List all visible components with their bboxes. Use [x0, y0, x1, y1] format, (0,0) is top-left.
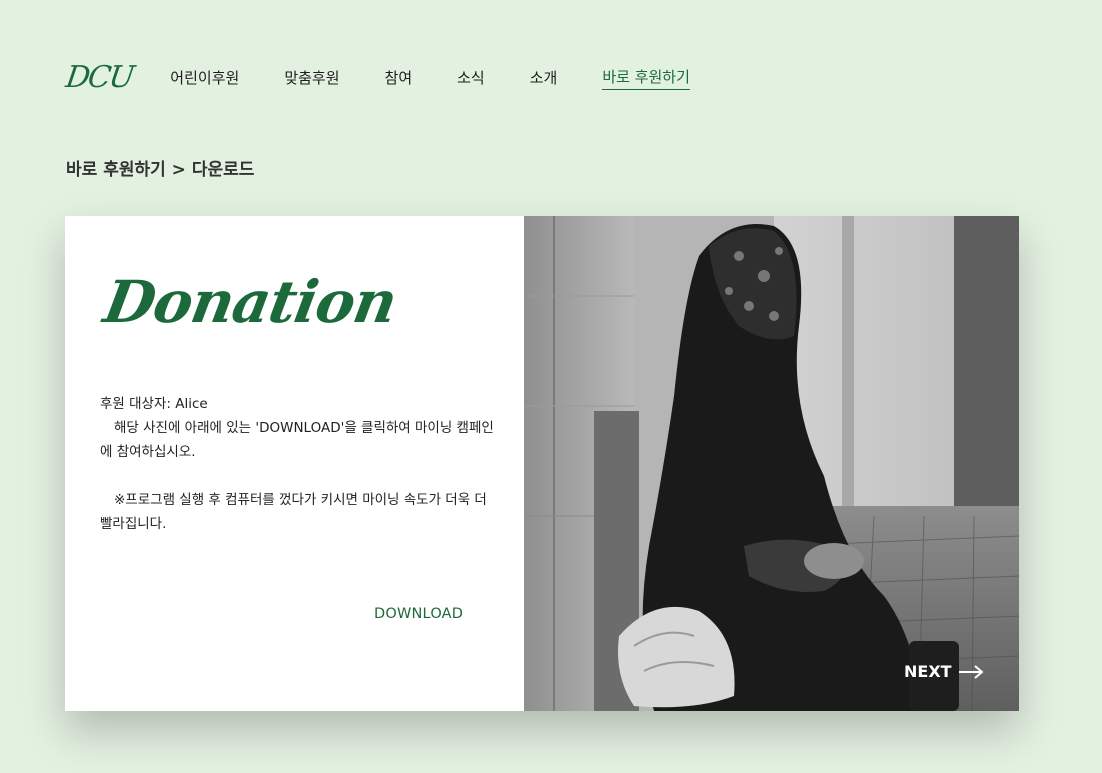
- instruction-line: 해당 사진에 아래에 있는 'DOWNLOAD'을 클릭하여 마이닝 캠페인에 …: [100, 420, 494, 460]
- nav-item-about[interactable]: 소개: [530, 67, 558, 90]
- nav-item-donate-now[interactable]: 바로 후원하기: [602, 66, 690, 90]
- breadcrumb: 바로 후원하기 > 다운로드: [66, 160, 255, 180]
- main-nav: 어린이후원 맞춤후원 참여 소식 소개 바로 후원하기: [170, 66, 735, 90]
- nav-item-children-sponsorship[interactable]: 어린이후원: [170, 67, 239, 90]
- logo[interactable]: DCU: [64, 60, 135, 95]
- nav-item-custom-sponsorship[interactable]: 맞춤후원: [284, 67, 339, 90]
- recipient-line: 후원 대상자: Alice: [100, 396, 208, 412]
- donation-title: Donation: [99, 268, 402, 336]
- nav-item-news[interactable]: 소식: [457, 67, 485, 90]
- next-button[interactable]: NEXT: [904, 662, 984, 681]
- card-text-panel: Donation 후원 대상자: Alice 해당 사진에 아래에 있는 'DO…: [65, 216, 524, 711]
- donation-description: 후원 대상자: Alice 해당 사진에 아래에 있는 'DOWNLOAD'을 …: [100, 392, 495, 536]
- nav-item-participate[interactable]: 참여: [385, 67, 413, 90]
- next-label: NEXT: [904, 662, 952, 681]
- download-link[interactable]: DOWNLOAD: [374, 606, 463, 622]
- arrow-right-icon: [958, 664, 984, 679]
- donation-card: Donation 후원 대상자: Alice 해당 사진에 아래에 있는 'DO…: [65, 216, 1019, 711]
- header: DCU 어린이후원 맞춤후원 참여 소식 소개 바로 후원하기: [64, 58, 735, 98]
- beggar-photo: [524, 216, 1019, 711]
- beggar-photo-panel: NEXT: [524, 216, 1019, 711]
- tip-line: ※프로그램 실행 후 컴퓨터를 껐다가 키시면 마이닝 속도가 더욱 더 빨라집…: [100, 492, 487, 532]
